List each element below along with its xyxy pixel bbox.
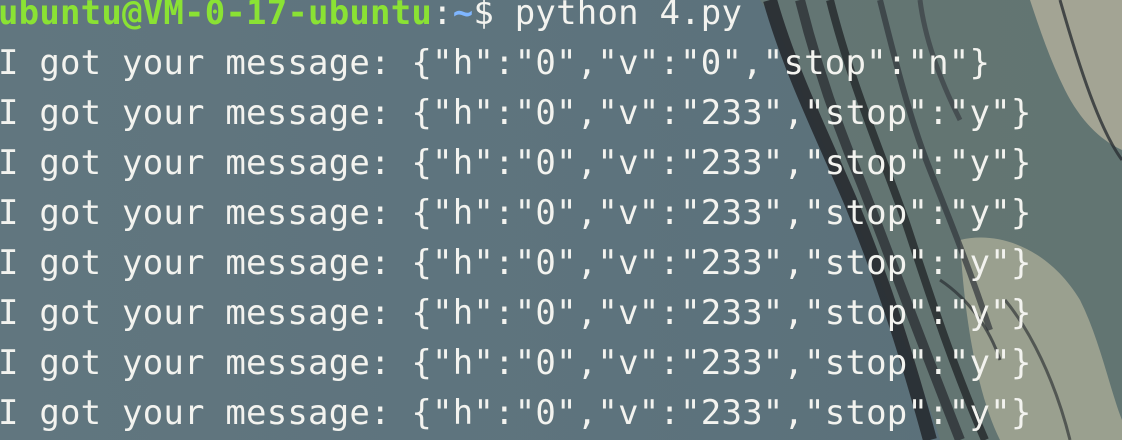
prompt-symbol: $ bbox=[473, 0, 495, 33]
prompt-path: ~ bbox=[452, 0, 474, 33]
prompt-user-host: ubuntu@VM-0-17-ubuntu bbox=[0, 0, 433, 33]
output-line: I got your message: {"h":"0","v":"233","… bbox=[0, 393, 1032, 433]
output-line: I got your message: {"h":"0","v":"233","… bbox=[0, 193, 1032, 233]
output-line: I got your message: {"h":"0","v":"0","st… bbox=[0, 43, 991, 83]
command-text: python 4.py bbox=[514, 0, 743, 33]
prompt-line: ubuntu@VM-0-17-ubuntu:~$ python 4.py bbox=[0, 0, 1122, 38]
output-line: I got your message: {"h":"0","v":"233","… bbox=[0, 93, 1032, 133]
output-line: I got your message: {"h":"0","v":"233","… bbox=[0, 243, 1032, 283]
terminal-output[interactable]: ubuntu@VM-0-17-ubuntu:~$ python 4.py I g… bbox=[0, 0, 1122, 438]
output-line: I got your message: {"h":"0","v":"233","… bbox=[0, 293, 1032, 333]
output-line: I got your message: {"h":"0","v":"233","… bbox=[0, 143, 1032, 183]
terminal-window[interactable]: ubuntu@VM-0-17-ubuntu:~$ python 4.py I g… bbox=[0, 0, 1122, 440]
prompt-separator: : bbox=[432, 0, 453, 33]
output-line: I got your message: {"h":"0","v":"233","… bbox=[0, 343, 1032, 383]
